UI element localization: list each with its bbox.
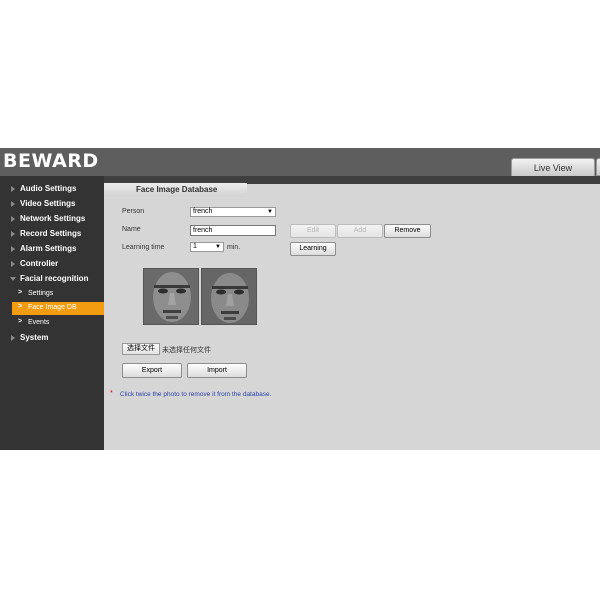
triangle-right-icon — [11, 201, 15, 207]
tab-face-image-database[interactable]: Face Image Database — [104, 183, 247, 197]
name-label: Name — [122, 226, 141, 233]
sidebar-subitem-events[interactable]: > Events — [12, 317, 104, 330]
sidebar-item-network-settings[interactable]: Network Settings — [0, 213, 104, 228]
person-label: Person — [122, 208, 145, 215]
edit-button[interactable]: Edit — [290, 224, 336, 238]
chevron-right-icon: > — [18, 318, 23, 325]
face-photo-2-image — [202, 269, 256, 324]
name-input[interactable]: french — [190, 225, 276, 236]
choose-file-button[interactable]: 选择文件 — [122, 343, 160, 355]
header-bar: BEWARD Live View — [0, 148, 600, 176]
sidebar-subitem-label: Settings — [28, 290, 54, 297]
chevron-right-icon: > — [18, 303, 23, 310]
file-status-text: 未选择任何文件 — [162, 347, 211, 354]
tab-live-view[interactable]: Live View — [511, 158, 595, 176]
face-photo-1[interactable] — [143, 268, 199, 325]
sidebar-item-video-settings[interactable]: Video Settings — [0, 198, 104, 213]
sidebar-item-alarm-settings[interactable]: Alarm Settings — [0, 243, 104, 258]
sidebar-subitem-label: Events — [28, 319, 50, 326]
add-button[interactable]: Add — [337, 224, 383, 238]
sidebar-item-audio-settings[interactable]: Audio Settings — [0, 183, 104, 198]
triangle-right-icon — [11, 216, 15, 222]
sidebar-item-label: Alarm Settings — [20, 244, 77, 253]
sidebar-subitem-label: Face Image DB — [28, 304, 77, 311]
chevron-right-icon: > — [18, 289, 23, 296]
sidebar-item-label: Video Settings — [20, 199, 76, 208]
learning-time-label: Learning time — [122, 244, 165, 251]
sidebar-subitem-face-image-db[interactable]: > Face Image DB — [12, 302, 104, 315]
triangle-right-icon — [11, 246, 15, 252]
note-marker: * — [110, 390, 113, 397]
remove-button[interactable]: Remove — [384, 224, 431, 238]
app-window: BEWARD Live View Audio Settings Video Se… — [0, 148, 600, 450]
sidebar-item-record-settings[interactable]: Record Settings — [0, 228, 104, 243]
sidebar: Audio Settings Video Settings Network Se… — [0, 176, 104, 450]
learning-time-select[interactable]: 1 ▼ — [190, 242, 224, 252]
face-photo-2[interactable] — [201, 268, 257, 325]
sidebar-item-label: Network Settings — [20, 214, 86, 223]
learning-button[interactable]: Learning — [290, 242, 336, 256]
note-text: Click twice the photo to remove it from … — [120, 391, 272, 398]
sidebar-item-system[interactable]: System — [0, 332, 104, 347]
sidebar-item-facial-recognition[interactable]: Facial recognition — [0, 273, 104, 288]
triangle-right-icon — [11, 261, 15, 267]
person-select[interactable]: french ▼ — [190, 207, 276, 217]
person-select-value: french — [193, 208, 213, 215]
triangle-right-icon — [11, 186, 15, 192]
sidebar-item-controller[interactable]: Controller — [0, 258, 104, 273]
sidebar-subitem-settings[interactable]: > Settings — [12, 288, 104, 301]
learning-time-value: 1 — [193, 243, 197, 250]
face-photo-1-image — [144, 269, 198, 324]
triangle-right-icon — [11, 231, 15, 237]
learning-time-unit: min. — [227, 244, 241, 251]
beward-logo: BEWARD — [3, 150, 99, 172]
sidebar-item-label: Audio Settings — [20, 184, 77, 193]
triangle-down-icon — [10, 277, 16, 281]
import-button[interactable]: Import — [187, 363, 247, 378]
chevron-down-icon: ▼ — [267, 209, 273, 215]
tab-label: Face Image Database — [136, 185, 218, 194]
sidebar-item-label: Controller — [20, 259, 59, 268]
sidebar-item-label: Facial recognition — [20, 274, 89, 283]
sidebar-item-label: Record Settings — [20, 229, 82, 238]
sidebar-item-label: System — [20, 333, 49, 342]
tab-next-partial[interactable] — [596, 158, 600, 176]
triangle-right-icon — [11, 335, 15, 341]
export-button[interactable]: Export — [122, 363, 182, 378]
chevron-down-icon: ▼ — [215, 244, 221, 250]
